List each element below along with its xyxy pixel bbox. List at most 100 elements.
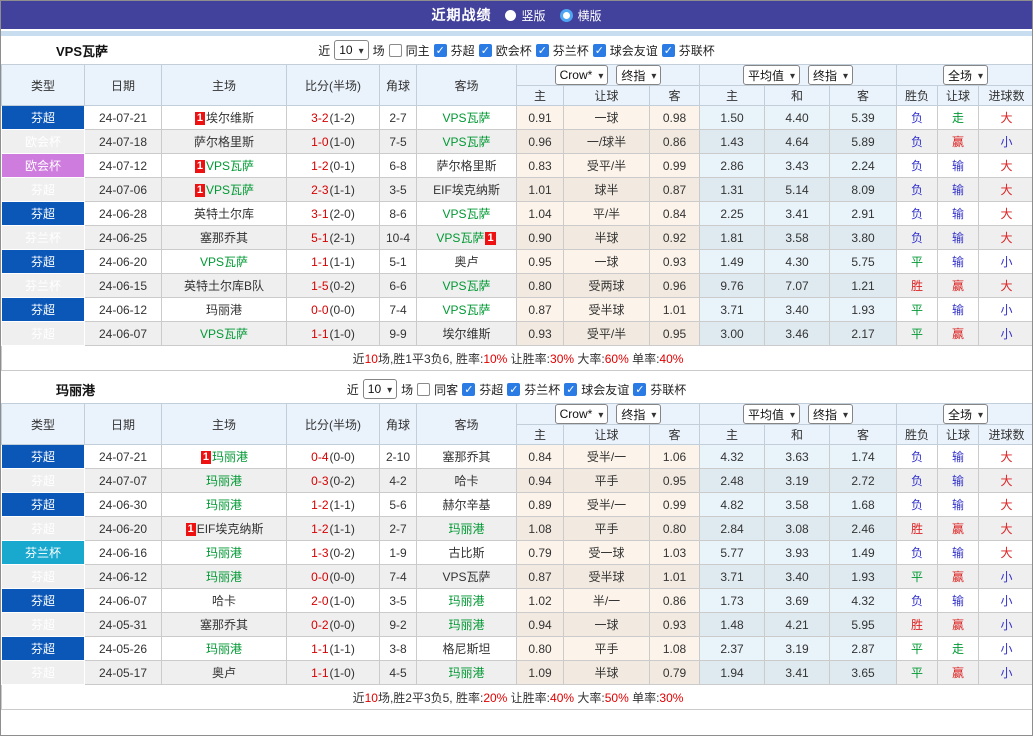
result-wdl-cell: 负 bbox=[896, 201, 939, 226]
filter-bar: 近 10 场 同客 芬超 芬兰杯 球会友谊 芬联杯 bbox=[346, 379, 688, 399]
matches-count-select[interactable]: 10 bbox=[334, 40, 369, 60]
avg-home-odds-cell: 2.84 bbox=[699, 516, 766, 541]
league-checkbox[interactable] bbox=[462, 382, 476, 396]
crow-home-odds-cell: 0.96 bbox=[516, 129, 564, 154]
match-date-cell: 24-07-12 bbox=[84, 153, 162, 178]
crow-handicap-cell: 平手 bbox=[563, 468, 650, 493]
layout-option-horizontal[interactable]: 横版 bbox=[559, 7, 602, 24]
filter-games-label: 场 bbox=[372, 43, 385, 58]
team-name-text: 塞那乔其 bbox=[442, 450, 491, 464]
match-scope-select[interactable]: 全场 bbox=[943, 65, 989, 85]
crow-handicap-cell: 一球 bbox=[563, 105, 650, 130]
league-checkbox[interactable] bbox=[507, 382, 521, 396]
home-team-cell: 哈卡 bbox=[161, 588, 287, 613]
away-team-cell: 萨尔格里斯 bbox=[416, 153, 517, 178]
result-wdl-cell: 平 bbox=[896, 564, 939, 589]
team-name-text: 玛丽港 bbox=[448, 618, 485, 632]
matches-count-select-value: 10 bbox=[367, 382, 382, 396]
crow-handicap-cell: 受平/半 bbox=[563, 321, 650, 346]
half-time-score: (1-2) bbox=[329, 110, 355, 125]
home-team-cell: 1 VPS瓦萨 bbox=[161, 177, 287, 202]
half-time-score: (2-0) bbox=[329, 206, 355, 221]
team-name-text: 玛丽港 bbox=[448, 666, 485, 680]
average-group-header: 平均值 终指 bbox=[699, 64, 898, 86]
column-subheader: 进球数 bbox=[978, 85, 1032, 106]
avg-home-odds-cell: 2.86 bbox=[699, 153, 766, 178]
match-row: 欧会杯 24-07-12 1 VPS瓦萨 1-2(0-1) 6-8 萨尔格里斯 0.83 受平/… bbox=[1, 153, 1032, 178]
score-cell: 5-1(2-1) bbox=[286, 225, 380, 250]
final-odds-select[interactable]: 终指 bbox=[616, 65, 662, 85]
league-checkbox[interactable] bbox=[633, 382, 647, 396]
crow-home-odds-cell: 0.94 bbox=[516, 468, 564, 493]
crow-away-odds-cell: 1.08 bbox=[648, 636, 701, 661]
filter-near-label: 近 bbox=[346, 382, 359, 397]
team-name-text: 玛丽港 bbox=[212, 450, 249, 464]
match-row: 芬超 24-06-12 玛丽港 0-0(0-0) 7-4 VPS瓦萨 0.87 受半球 1.01… bbox=[1, 297, 1032, 322]
result-wdl-cell: 负 bbox=[896, 492, 939, 517]
odds-provider-select[interactable]: Crow* bbox=[554, 65, 609, 85]
team-name-text: VPS瓦萨 bbox=[442, 279, 491, 293]
league-checkbox[interactable] bbox=[535, 43, 549, 57]
average-odds-select[interactable]: 平均值 bbox=[742, 404, 801, 424]
league-checkbox[interactable] bbox=[478, 43, 492, 57]
score-cell: 0-2(0-0) bbox=[286, 612, 380, 637]
match-date-cell: 24-06-12 bbox=[84, 297, 162, 322]
radio-selected-icon bbox=[559, 8, 573, 22]
corners-cell: 2-7 bbox=[379, 516, 417, 541]
result-wdl-cell: 负 bbox=[896, 225, 939, 250]
crow-handicap-cell: 半球 bbox=[563, 225, 650, 250]
team-name-text: VPS瓦萨 bbox=[206, 159, 255, 173]
avg-away-odds-cell: 3.80 bbox=[829, 225, 898, 250]
odds-provider-select[interactable]: Crow* bbox=[554, 404, 609, 424]
final-odds-select-2[interactable]: 终指 bbox=[808, 404, 854, 424]
same-venue-checkbox[interactable] bbox=[388, 43, 402, 57]
league-checkbox[interactable] bbox=[433, 43, 447, 57]
team-name-text: 英特土尔库 bbox=[193, 207, 254, 221]
league-checkbox[interactable] bbox=[661, 43, 675, 57]
result-handicap-cell: 输 bbox=[937, 153, 980, 178]
column-header: 客场 bbox=[416, 403, 517, 445]
column-subheader: 客 bbox=[829, 424, 898, 445]
avg-away-odds-cell: 8.09 bbox=[829, 177, 898, 202]
avg-home-odds-cell: 9.76 bbox=[699, 273, 766, 298]
team-name-text: 萨尔格里斯 bbox=[436, 159, 497, 173]
full-time-score: 0-2 bbox=[311, 617, 329, 632]
match-type-cell: 芬超 bbox=[1, 297, 85, 322]
full-time-score: 1-3 bbox=[311, 545, 329, 560]
crow-handicap-cell: 受两球 bbox=[563, 273, 650, 298]
full-time-score: 1-2 bbox=[311, 521, 329, 536]
match-scope-select[interactable]: 全场 bbox=[943, 404, 989, 424]
summary-segment: 场,胜1平3负6, 胜率: bbox=[377, 351, 484, 366]
filter-bar: 近 10 场 同主 芬超 欧会杯 芬兰杯 球会友谊 芬联杯 bbox=[317, 40, 716, 60]
score-cell: 3-1(2-0) bbox=[286, 201, 380, 226]
final-odds-select[interactable]: 终指 bbox=[616, 404, 662, 424]
layout-option-vertical[interactable]: 竖版 bbox=[505, 7, 546, 24]
final-odds-select-2[interactable]: 终指 bbox=[808, 65, 854, 85]
result-handicap-cell: 赢 bbox=[937, 273, 980, 298]
match-date-cell: 24-07-07 bbox=[84, 468, 162, 493]
avg-away-odds-cell: 5.39 bbox=[829, 105, 898, 130]
same-venue-label: 同客 bbox=[434, 382, 459, 397]
crow-handicap-cell: 受一球 bbox=[563, 540, 650, 565]
league-label: 芬超 bbox=[479, 382, 504, 397]
half-time-score: (1-1) bbox=[329, 521, 355, 536]
match-type-cell: 芬兰杯 bbox=[1, 225, 85, 250]
corners-cell: 3-5 bbox=[379, 588, 417, 613]
column-subheader: 胜负 bbox=[896, 85, 939, 106]
average-odds-select[interactable]: 平均值 bbox=[742, 65, 801, 85]
match-type-cell: 芬兰杯 bbox=[1, 273, 85, 298]
league-checkbox[interactable] bbox=[564, 382, 578, 396]
crow-handicap-cell: 半/一 bbox=[563, 588, 650, 613]
result-handicap-cell: 走 bbox=[937, 636, 980, 661]
scope-select-wrap: 全场 bbox=[898, 404, 1032, 424]
matches-count-select[interactable]: 10 bbox=[362, 379, 398, 399]
league-checkbox[interactable] bbox=[592, 43, 606, 57]
result-handicap-cell: 走 bbox=[937, 105, 980, 130]
team-name-text: 玛丽港 bbox=[205, 303, 242, 317]
same-venue-checkbox[interactable] bbox=[417, 382, 431, 396]
half-time-score: (0-0) bbox=[329, 302, 355, 317]
rank-badge: 1 bbox=[485, 232, 496, 245]
result-goals-cell: 大 bbox=[978, 153, 1032, 178]
summary-row: 近10场,胜2平3负5, 胜率:20% 让胜率:40% 大率:50% 单率:30… bbox=[1, 684, 1032, 710]
crow-away-odds-cell: 0.98 bbox=[648, 105, 701, 130]
